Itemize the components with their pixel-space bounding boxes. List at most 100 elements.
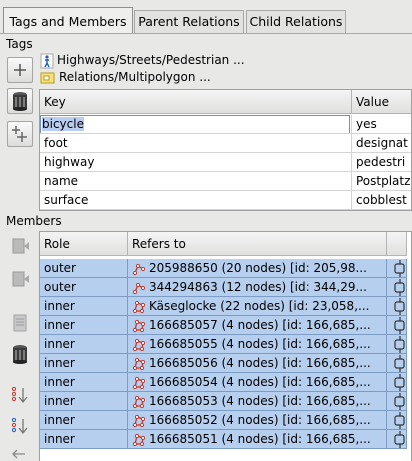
member-link-cell — [387, 411, 407, 430]
member-role-cell[interactable]: inner — [40, 430, 128, 449]
connection-icon — [394, 412, 405, 429]
document-icon — [13, 314, 27, 332]
tag-value-cell[interactable]: cobblest — [352, 191, 411, 210]
column-header-role[interactable]: Role — [40, 232, 128, 256]
member-refers-cell[interactable]: 166685053 (4 nodes) [id: 166,685,... — [128, 392, 387, 411]
connection-icon — [394, 298, 405, 315]
tag-key-cell[interactable]: name — [40, 172, 352, 191]
member-role-cell[interactable]: inner — [40, 297, 128, 316]
member-refers-text: 166685054 (4 nodes) [id: 166,685,... — [149, 375, 371, 389]
tag-key-cell[interactable]: bicycle — [40, 115, 352, 134]
closed-way-icon — [132, 395, 146, 408]
column-header-key[interactable]: Key — [40, 90, 352, 114]
tag-key-editor[interactable]: bicycle — [40, 115, 350, 133]
tab-tags-and-members[interactable]: Tags and Members — [3, 7, 133, 34]
tag-table: Key Value bicycle yes foot designat high… — [39, 89, 412, 211]
edit-member-button[interactable] — [7, 233, 33, 259]
tab-parent-relations[interactable]: Parent Relations — [134, 10, 244, 33]
tag-value-cell[interactable]: yes — [352, 115, 411, 134]
member-refers-cell[interactable]: 166685057 (4 nodes) [id: 166,685,... — [128, 316, 387, 335]
member-refers-text: 344294863 (12 nodes) [id: 344,29... — [149, 280, 367, 294]
member-refers-text: 166685057 (4 nodes) [id: 166,685,... — [149, 318, 371, 332]
member-link-cell — [387, 335, 407, 354]
tab-child-relations[interactable]: Child Relations — [246, 10, 346, 33]
member-refers-cell[interactable]: 166685055 (4 nodes) [id: 166,685,... — [128, 335, 387, 354]
member-link-cell — [387, 373, 407, 392]
member-link-cell — [387, 392, 407, 411]
tag-value-cell[interactable]: pedestri — [352, 153, 411, 172]
member-link-cell — [387, 297, 407, 316]
member-role-cell[interactable]: inner — [40, 316, 128, 335]
member-role-cell[interactable]: outer — [40, 278, 128, 297]
preset-label: Relations/Multipolygon ... — [59, 70, 211, 84]
remove-member-button[interactable] — [7, 341, 33, 367]
closed-way-icon — [132, 376, 146, 389]
member-refers-text: 166685051 (4 nodes) [id: 166,685,... — [149, 432, 371, 446]
member-link-cell — [387, 354, 407, 373]
add-tag-button[interactable] — [7, 57, 33, 83]
connection-icon — [394, 374, 405, 391]
edit-member-icon — [12, 238, 29, 254]
member-refers-cell[interactable]: 166685052 (4 nodes) [id: 166,685,... — [128, 411, 387, 430]
column-header-value[interactable]: Value — [352, 90, 411, 114]
reverse-members-button[interactable] — [7, 414, 33, 440]
closed-way-icon — [132, 319, 146, 332]
tag-value-cell[interactable]: Postplatz — [352, 172, 411, 191]
more-member-actions[interactable] — [7, 444, 33, 461]
connection-icon — [394, 317, 405, 334]
member-table: Role Refers to outer 205988650 (20 nodes)… — [39, 231, 412, 461]
sort-members-button[interactable] — [7, 383, 33, 409]
way-icon — [132, 263, 146, 275]
member-refers-text: 205988650 (20 nodes) [id: 205,98... — [149, 261, 367, 275]
member-role-cell[interactable]: inner — [40, 411, 128, 430]
preset-item[interactable]: Highways/Streets/Pedestrian ... — [40, 52, 412, 69]
paste-plus-icon — [12, 126, 27, 142]
paste-tags-button[interactable] — [7, 121, 33, 147]
member-refers-text: 166685053 (4 nodes) [id: 166,685,... — [149, 394, 371, 408]
tag-key-cell[interactable]: foot — [40, 134, 352, 153]
member-refers-cell[interactable]: Käseglocke (22 nodes) [id: 23,058,... — [128, 297, 387, 316]
tab-divider — [0, 33, 412, 34]
member-link-cell — [387, 316, 407, 335]
tab-bar: Tags and Members Parent Relations Child … — [0, 0, 412, 34]
member-role-cell[interactable]: inner — [40, 392, 128, 411]
member-refers-cell[interactable]: 344294863 (12 nodes) [id: 344,29... — [128, 278, 387, 297]
member-refers-text: 166685055 (4 nodes) [id: 166,685,... — [149, 337, 371, 351]
tag-key-cell[interactable]: surface — [40, 191, 352, 210]
trash-icon — [13, 92, 27, 111]
connection-icon — [394, 431, 405, 448]
sort-reverse-icon — [11, 417, 28, 435]
closed-way-icon — [132, 433, 146, 446]
tag-key-cell[interactable]: highway — [40, 153, 352, 172]
member-refers-cell[interactable]: 166685056 (4 nodes) [id: 166,685,... — [128, 354, 387, 373]
download-member-button[interactable] — [7, 310, 33, 336]
delete-tag-button[interactable] — [7, 88, 33, 114]
member-refers-cell[interactable]: 205988650 (20 nodes) [id: 205,98... — [128, 259, 387, 278]
select-member-button[interactable] — [7, 266, 33, 292]
member-link-cell — [387, 259, 407, 278]
connection-icon — [394, 279, 405, 296]
multipolygon-icon — [40, 72, 55, 83]
column-header-refers-to[interactable]: Refers to — [128, 232, 387, 256]
member-role-cell[interactable]: inner — [40, 373, 128, 392]
closed-way-icon — [132, 414, 146, 427]
plus-icon — [14, 64, 26, 76]
member-refers-cell[interactable]: 166685054 (4 nodes) [id: 166,685,... — [128, 373, 387, 392]
member-role-cell[interactable]: inner — [40, 354, 128, 373]
select-member-icon — [12, 271, 29, 287]
closed-way-icon — [132, 338, 146, 351]
preset-label: Highways/Streets/Pedestrian ... — [57, 53, 245, 67]
pedestrian-icon — [40, 53, 54, 68]
column-header-link[interactable] — [387, 232, 407, 256]
tag-value-cell[interactable]: designat — [352, 134, 411, 153]
members-section-label: Members — [6, 214, 62, 228]
connection-icon — [394, 336, 405, 353]
preset-item[interactable]: Relations/Multipolygon ... — [40, 69, 412, 86]
member-refers-cell[interactable]: 166685051 (4 nodes) [id: 166,685,... — [128, 430, 387, 449]
member-role-cell[interactable]: inner — [40, 335, 128, 354]
connection-icon — [394, 393, 405, 410]
member-link-cell — [387, 430, 407, 449]
member-role-cell[interactable]: outer — [40, 259, 128, 278]
way-icon — [132, 282, 146, 294]
preset-list: Highways/Streets/Pedestrian ... Relation… — [40, 52, 412, 86]
